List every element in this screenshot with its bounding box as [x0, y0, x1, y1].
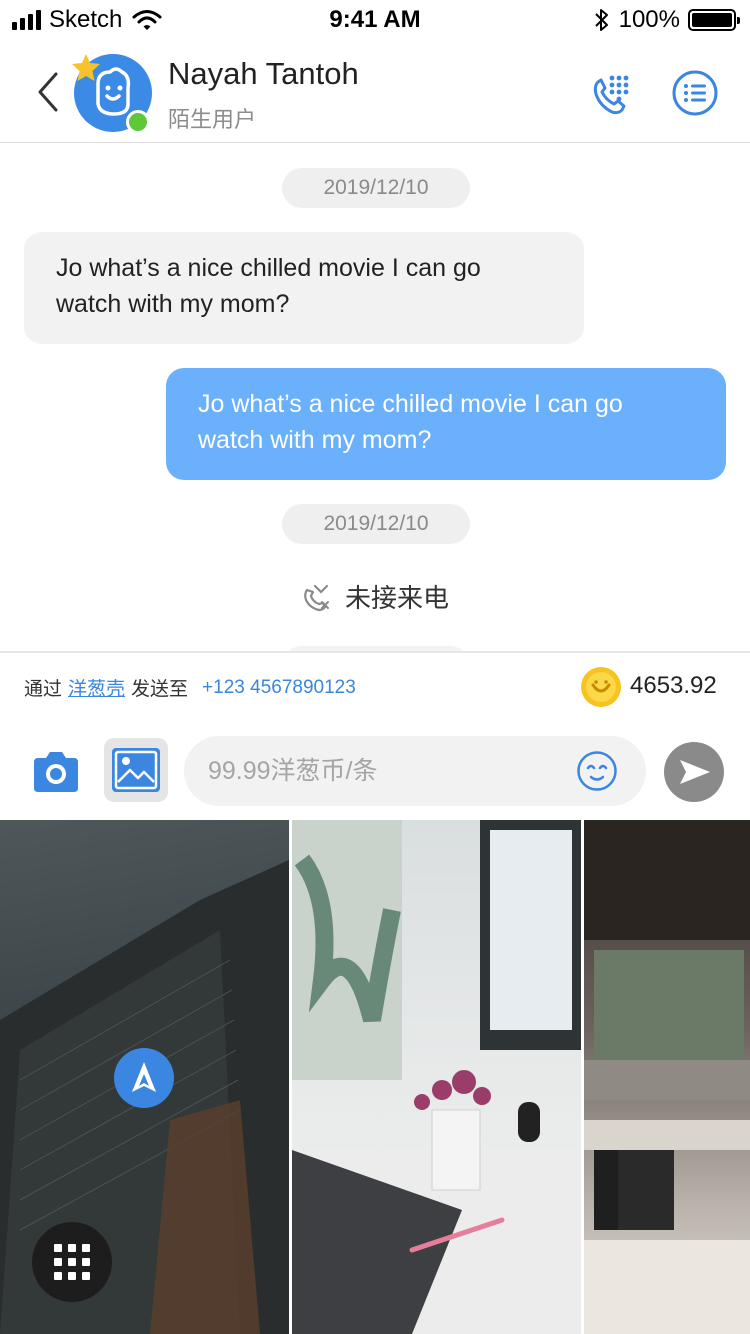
missed-call-icon: [304, 584, 329, 611]
divider: [0, 651, 750, 653]
via-link[interactable]: 洋葱壳: [68, 674, 125, 701]
date-separator: 2019/12/10: [282, 168, 470, 208]
outgoing-message[interactable]: Jo what’s a nice chilled movie I can go …: [166, 368, 726, 480]
send-button[interactable]: [664, 742, 724, 802]
battery-icon: [688, 9, 740, 31]
bluetooth-icon: [594, 9, 608, 31]
chat-header: Nayah Tantoh 陌生用户: [0, 40, 750, 143]
recipient-phone[interactable]: +123 4567890123: [202, 677, 356, 699]
incoming-message[interactable]: Jo what’s a nice chilled movie I can go …: [24, 232, 584, 344]
star-icon: [72, 54, 100, 81]
navigation-button[interactable]: [114, 1048, 174, 1108]
missed-call-notice[interactable]: 未接来电: [0, 578, 750, 615]
send-icon: [680, 760, 710, 784]
camera-icon[interactable]: [30, 746, 82, 798]
status-bar: Sketch 9:41 AM 100%: [0, 0, 750, 40]
send-to-label: 发送至: [131, 679, 189, 700]
coin-balance: 4653.92: [630, 672, 717, 699]
emoji-icon[interactable]: [576, 750, 618, 792]
grid-icon: [54, 1244, 90, 1280]
missed-call-label: 未接来电: [344, 583, 449, 613]
photo-gallery[interactable]: [0, 820, 750, 1334]
battery-percent: 100%: [618, 6, 680, 33]
navigation-icon: [132, 1062, 156, 1092]
contact-status: 陌生用户: [168, 107, 257, 132]
office-image: [584, 820, 750, 1334]
image-icon: [112, 748, 160, 792]
image-picker-button[interactable]: [104, 738, 168, 802]
date-separator: 2019/12/10: [282, 504, 470, 544]
online-indicator: [126, 110, 150, 134]
apps-grid-button[interactable]: [32, 1222, 112, 1302]
composer: [0, 734, 750, 810]
contact-name: Nayah Tantoh: [168, 56, 359, 91]
phone-dialpad-icon[interactable]: [588, 68, 638, 118]
list-icon[interactable]: [670, 68, 720, 118]
chat-area[interactable]: 2019/12/10 Jo what’s a nice chilled movi…: [0, 144, 750, 651]
gallery-photo[interactable]: [584, 820, 750, 1334]
via-label: 通过: [24, 679, 63, 700]
status-right: 100%: [593, 6, 740, 34]
gallery-photo[interactable]: [292, 820, 581, 1334]
chevron-left-icon[interactable]: [34, 70, 64, 114]
desk-image: [292, 820, 581, 1334]
send-info: 通过 洋葱壳 发送至 +123 4567890123: [24, 674, 356, 701]
coin-icon: [581, 667, 621, 707]
